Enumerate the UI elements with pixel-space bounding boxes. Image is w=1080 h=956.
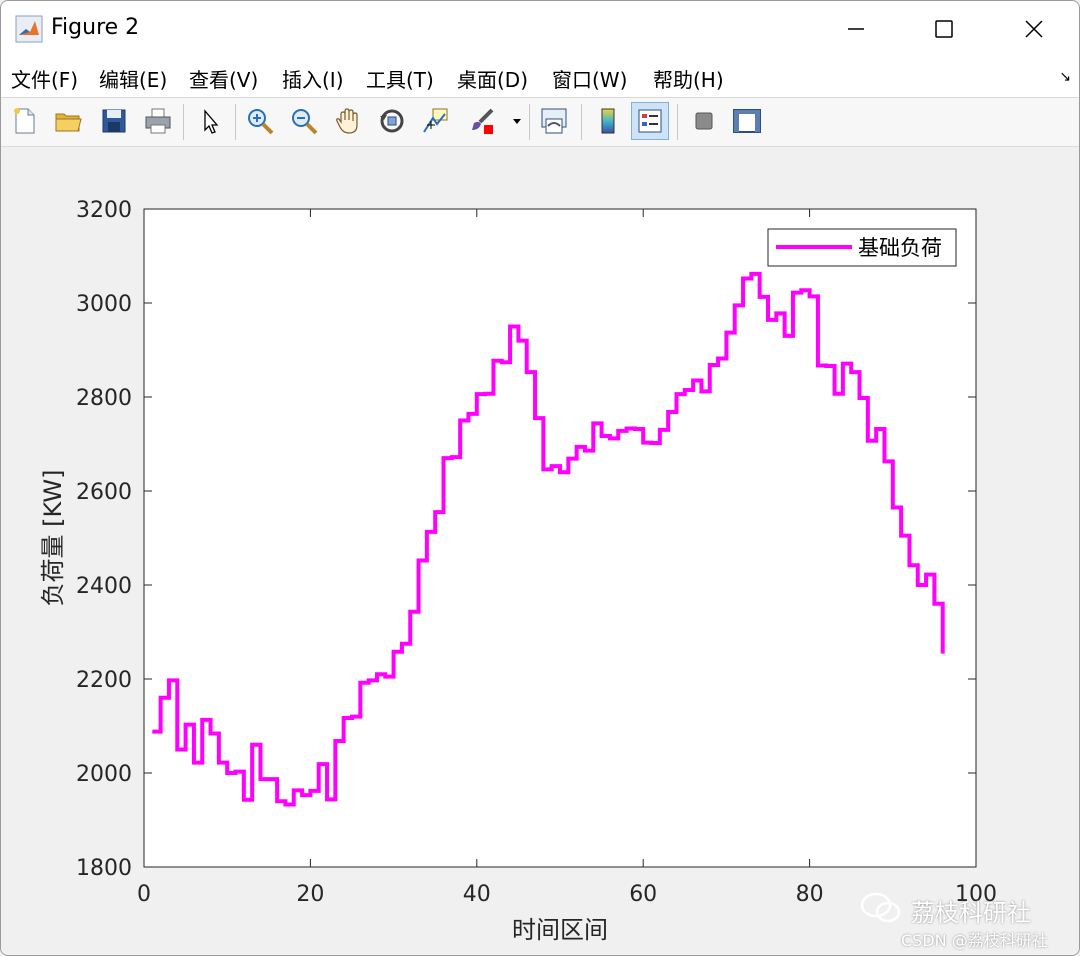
pan-button[interactable] [329,102,367,140]
watermark-badge: 荔枝科研社 [859,891,1069,927]
legend-label: 基础负荷 [858,236,942,260]
hide-plot-tools-icon [695,112,713,130]
x-tick-label: 0 [137,882,151,907]
rotate-button[interactable] [373,102,411,140]
y-axis-label: 负荷量 [KW] [39,470,67,607]
y-tick-label: 3000 [76,292,132,317]
select-arrow-icon [204,109,219,134]
y-tick-label: 1800 [76,856,132,881]
close-icon [1025,20,1043,38]
zoom-out-button[interactable] [285,102,323,140]
open-folder-icon [55,113,82,132]
chart: 0 20 40 60 80 1001800200022002400260028003000… [39,198,997,944]
legend-icon [638,109,662,133]
open-button[interactable] [49,102,87,140]
figure-window: Figure 2 文件(F) 编辑(E) 查看(V) 插入(I) 工具(T) 桌… [0,0,1080,956]
save-button[interactable] [95,102,133,140]
window-title: Figure 2 [51,15,140,40]
legend[interactable]: 基础负荷 [767,228,957,267]
menu-tools[interactable]: 工具(T) [366,64,434,93]
toolbar-separator [235,104,236,140]
toolbar-separator [581,104,582,140]
watermark-main: 荔枝科研社 [911,899,1031,927]
rotate-3d-icon [380,109,404,133]
x-tick-label: 20 [296,882,324,907]
x-tick-label: 40 [463,882,491,907]
menu-window[interactable]: 窗口(W) [552,64,627,93]
y-tick-label: 2200 [76,668,132,693]
x-axis-label: 时间区间 [512,916,608,944]
zoom-in-icon [248,109,274,135]
menu-desktop[interactable]: 桌面(D) [457,64,528,93]
print-button[interactable] [139,102,177,140]
y-tick-label: 3200 [76,198,132,223]
menu-file[interactable]: 文件(F) [11,64,78,93]
x-tick-label: 80 [796,882,824,907]
toolbar-separator [677,104,678,140]
maximize-button[interactable] [899,1,989,57]
colorbar-icon [601,108,615,134]
maximize-icon [935,20,953,38]
zoom-in-button[interactable] [241,102,279,140]
brush-button[interactable] [463,102,501,140]
hide-plot-tools-button[interactable] [685,102,723,140]
y-tick-label: 2600 [76,480,132,505]
show-plot-tools-button[interactable] [728,102,766,140]
minimize-icon [848,28,864,30]
watermark-sub: CSDN @荔枝科研社 [901,931,1048,950]
menu-view[interactable]: 查看(V) [189,64,258,93]
menu-insert[interactable]: 插入(I) [282,64,344,93]
axes-background [144,209,976,867]
link-plot-button[interactable] [535,102,573,140]
data-cursor-button[interactable] [417,102,455,140]
x-tick-label: 60 [629,882,657,907]
new-file-icon [14,108,35,134]
colorbar-button[interactable] [589,102,627,140]
dock-arrow-icon[interactable]: ↘ [1059,69,1071,85]
print-icon [145,108,171,134]
y-tick-label: 2000 [76,762,132,787]
menu-edit[interactable]: 编辑(E) [99,64,167,93]
minimize-button[interactable] [811,1,901,57]
link-plot-icon [541,108,567,134]
brush-dropdown-icon [513,119,521,124]
zoom-out-icon [292,109,318,135]
select-button[interactable] [191,102,229,140]
legend-button[interactable] [631,102,669,140]
figure-canvas[interactable]: 0 20 40 60 80 100 1800 2000 2200 2400 2600 2800 3000… [1,147,1079,955]
close-button[interactable] [989,1,1079,57]
brush-dropdown-button[interactable] [507,102,527,140]
pan-hand-icon [336,108,358,134]
data-cursor-icon [423,108,448,133]
menu-help[interactable]: 帮助(H) [653,64,724,93]
y-tick-label: 2400 [76,574,132,599]
toolbar-separator [183,104,184,140]
figure-toolbar [1,98,1079,147]
menu-bar: 文件(F) 编辑(E) 查看(V) 插入(I) 工具(T) 桌面(D) 窗口(W… [1,57,1079,98]
show-plot-tools-icon [733,109,761,133]
matlab-logo-icon [15,15,43,43]
new-file-button[interactable] [5,102,43,140]
brush-icon [472,108,494,134]
y-tick-label: 2800 [76,386,132,411]
title-bar[interactable]: Figure 2 [1,1,1079,57]
toolbar-separator [529,104,530,140]
wechat-logo-icon [860,892,901,923]
save-icon [102,109,126,133]
